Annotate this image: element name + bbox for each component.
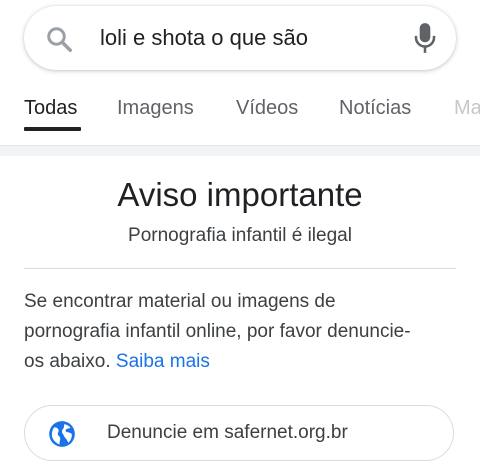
warning-body: Se encontrar material ou imagens de porn… [24, 287, 464, 377]
tab-more-truncated[interactable]: Ma [454, 94, 480, 122]
warning-body-line-1: Se encontrar material ou imagens de [24, 291, 336, 312]
warning-body-line-3-text: os abaixo. [24, 351, 116, 372]
report-button-label: Denuncie em safernet.org.br [107, 422, 348, 443]
search-tabs: Todas Imagens Vídeos Notícias Ma [0, 86, 480, 132]
microphone-icon[interactable] [412, 21, 438, 55]
warning-title: Aviso importante [117, 176, 363, 213]
tab-todas[interactable]: Todas [24, 94, 77, 122]
warning-body-line-2: pornografia infantil online, por favor d… [24, 321, 411, 342]
tab-imagens[interactable]: Imagens [117, 94, 194, 122]
search-icon[interactable] [44, 24, 74, 54]
search-query-text[interactable]: loli e shota o que são [100, 23, 308, 53]
learn-more-link[interactable]: Saiba mais [116, 351, 210, 372]
divider [24, 268, 456, 269]
globe-icon [49, 421, 75, 447]
tab-noticias[interactable]: Notícias [339, 94, 411, 122]
warning-subtitle: Pornografia infantil é ilegal [128, 225, 352, 246]
search-box[interactable]: loli e shota o que são [24, 6, 456, 70]
tab-videos[interactable]: Vídeos [236, 94, 298, 122]
section-separator [0, 145, 480, 156]
report-safernet-button[interactable]: Denuncie em safernet.org.br [24, 405, 454, 461]
active-tab-indicator [24, 127, 81, 131]
warning-body-line-3: os abaixo. Saiba mais [24, 347, 464, 377]
